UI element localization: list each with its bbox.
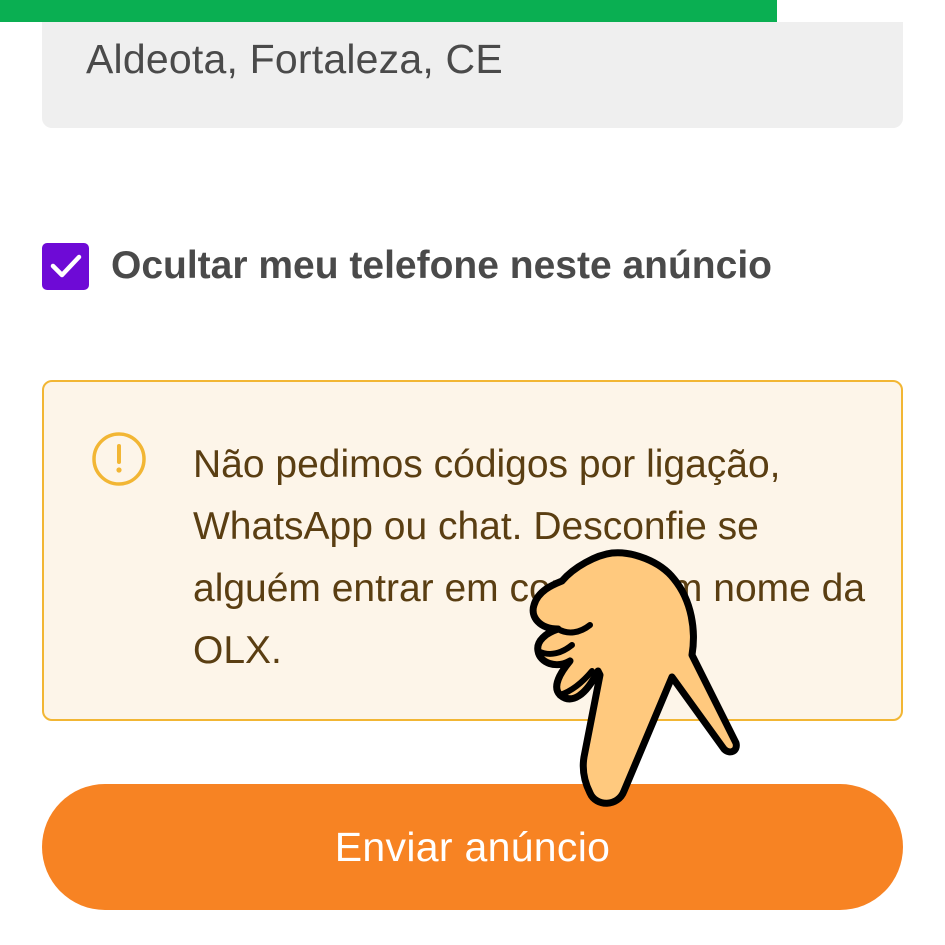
hide-phone-option[interactable]: Ocultar meu telefone neste anúncio <box>42 241 772 291</box>
exclamation-circle-icon <box>92 432 146 486</box>
submit-ad-button[interactable]: Enviar anúncio <box>42 784 903 910</box>
progress-bar-fill <box>0 0 777 22</box>
safety-notice: Não pedimos códigos por ligação, WhatsAp… <box>42 380 903 721</box>
progress-bar <box>0 0 903 22</box>
safety-notice-text: Não pedimos códigos por ligação, WhatsAp… <box>193 443 866 672</box>
location-field[interactable]: Aldeota, Fortaleza, CE <box>42 22 903 128</box>
hide-phone-label: Ocultar meu telefone neste anúncio <box>111 244 772 287</box>
location-value: Aldeota, Fortaleza, CE <box>86 36 503 82</box>
hide-phone-checkbox[interactable] <box>42 242 89 290</box>
submit-ad-label: Enviar anúncio <box>334 823 611 870</box>
checkmark-icon <box>50 254 81 278</box>
